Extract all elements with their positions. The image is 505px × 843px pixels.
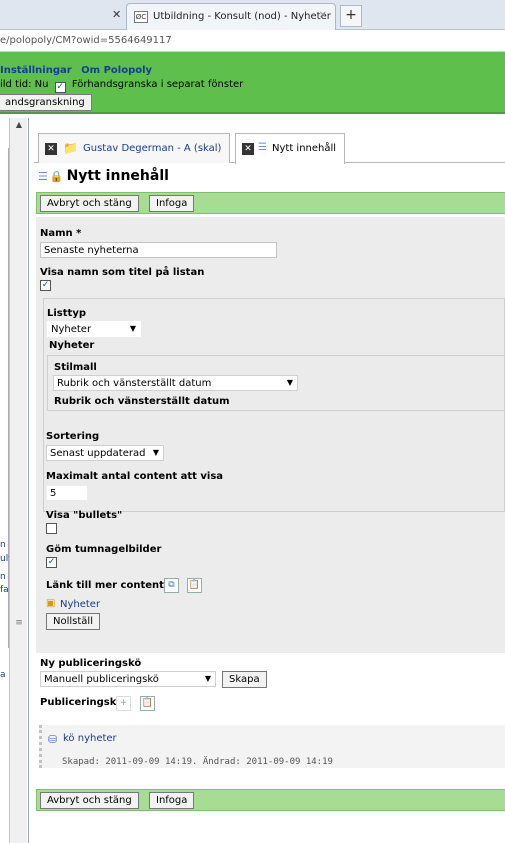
bullets-checkbox[interactable] xyxy=(46,523,57,534)
bullets-label: Visa "bullets" xyxy=(46,510,123,521)
url-text[interactable]: e/polopoly/CM?owid=5564649117 xyxy=(0,35,172,46)
hide-thumbnails-label: Göm tumnagelbilder xyxy=(46,544,162,555)
show-name-label: Visa namn som titel på listan xyxy=(40,267,205,278)
menu-item-about[interactable]: Om Polopoly xyxy=(81,65,152,76)
queue-type-value: Manuell publiceringskö xyxy=(44,674,159,685)
queue-item-link[interactable]: kö nyheter xyxy=(63,733,117,744)
hide-thumbnails-checkbox[interactable]: ✓ xyxy=(46,557,57,568)
max-items-input[interactable]: 5 xyxy=(46,485,88,501)
tab-label: Nytt innehåll xyxy=(272,143,337,154)
stylesheet-label: Stilmall xyxy=(54,362,97,373)
browse-content-icon[interactable]: ⧉ xyxy=(164,578,179,593)
sort-select[interactable]: Senast uppdaterad ▼ xyxy=(46,445,164,461)
previous-tab-close-icon[interactable]: ✕ xyxy=(112,8,121,21)
sidebar-link[interactable]: n xyxy=(0,572,9,582)
favicon-icon: ØC xyxy=(134,11,148,23)
menu-item-settings[interactable]: Inställningar xyxy=(0,65,72,76)
folder-icon: 📁 xyxy=(63,141,78,155)
sort-value: Senast uppdaterad xyxy=(50,448,146,459)
main-panel: ✕ 📁 Gustav Degerman - A (skal) ✕ ☰ Nytt … xyxy=(34,118,505,843)
scroll-grip-icon[interactable]: ≡ xyxy=(12,618,26,632)
insert-button[interactable]: Infoga xyxy=(149,195,195,212)
reset-button[interactable]: Nollställ xyxy=(46,613,100,630)
tab-label: Gustav Degerman - A (skal) xyxy=(83,143,222,154)
sort-label: Sortering xyxy=(46,431,100,442)
paste-queue-icon[interactable]: 📋 xyxy=(140,696,155,711)
preview-button[interactable]: andsgranskning xyxy=(0,94,92,111)
tab-close-icon[interactable]: ✕ xyxy=(319,10,327,21)
list-type-label: Listtyp xyxy=(47,308,86,319)
preview-window-checkbox[interactable]: ✓ xyxy=(54,82,66,93)
list-icon: ☰ xyxy=(258,142,267,153)
news-heading: Nyheter xyxy=(49,340,95,351)
queue-item-meta: Skapad: 2011-09-09 14:19. Ändrad: 2011-0… xyxy=(62,757,333,767)
preview-window-label: Förhandsgranska i separat fönster xyxy=(71,79,244,90)
stylesheet-value: Rubrik och vänsterställt datum xyxy=(57,378,212,389)
database-icon: ⛁ xyxy=(48,733,58,746)
browser-tab-bar: ✕ ØC Utbildning - Konsult (nod) - Nyhete… xyxy=(0,0,505,30)
queue-type-select[interactable]: Manuell publiceringskö ▼ xyxy=(40,671,216,687)
cancel-close-button[interactable]: Avbryt och stäng xyxy=(40,792,139,809)
sidebar-link[interactable]: fa xyxy=(0,585,9,595)
chevron-down-icon: ▼ xyxy=(129,324,136,333)
link-target-link[interactable]: Nyheter xyxy=(60,599,100,610)
sidebar-link[interactable]: a xyxy=(0,670,9,680)
browser-tab-active[interactable]: ØC Utbildning - Konsult (nod) - Nyheter … xyxy=(126,3,336,30)
close-tab-icon[interactable]: ✕ xyxy=(45,143,57,155)
name-input[interactable]: Senaste nyheterna xyxy=(40,242,277,258)
header-menu: Inställningar Om Polopoly xyxy=(0,65,158,76)
list-icon: ☰ xyxy=(38,170,48,183)
left-sidebar: n ult n fa a ▲ ≡ xyxy=(0,118,29,843)
timeline-row: ild tid: Nu ✓ Förhandsgranska i separat … xyxy=(0,79,243,93)
chevron-down-icon: ▼ xyxy=(286,378,293,387)
tab-new-content[interactable]: ✕ ☰ Nytt innehåll xyxy=(235,133,345,164)
close-tab-icon[interactable]: ✕ xyxy=(242,143,254,155)
address-bar[interactable]: e/polopoly/CM?owid=5564649117 xyxy=(0,30,505,52)
page-title: ☰ 🔒 Nytt innehåll xyxy=(38,168,169,184)
link-more-label: Länk till mer content xyxy=(46,580,164,591)
stylesheet-preview: Rubrik och vänsterställt datum xyxy=(54,396,230,407)
create-queue-button[interactable]: Skapa xyxy=(222,671,267,688)
queue-label: Publiceringskö xyxy=(40,697,124,708)
top-action-bar: Avbryt och stäng Infoga xyxy=(36,192,505,214)
max-items-label: Maximalt antal content att visa xyxy=(46,471,224,482)
insert-button[interactable]: Infoga xyxy=(149,792,195,809)
content-tabs: ✕ 📁 Gustav Degerman - A (skal) ✕ ☰ Nytt … xyxy=(34,133,505,164)
stylesheet-select[interactable]: Rubrik och vänsterställt datum ▼ xyxy=(53,375,298,391)
browse-queue-icon[interactable]: + xyxy=(116,696,131,711)
queue-item[interactable]: ⛁ kö nyheter Skapad: 2011-09-09 14:19. Ä… xyxy=(39,725,505,768)
browser-tab-title: Utbildning - Konsult (nod) - Nyheter xyxy=(153,11,331,22)
timeline-label: ild tid: Nu xyxy=(0,79,49,90)
sidebar-scrollbar[interactable]: ▲ ≡ xyxy=(9,118,27,843)
content-link-icon: ▣ xyxy=(46,598,56,609)
cancel-close-button[interactable]: Avbryt och stäng xyxy=(40,195,139,212)
chevron-down-icon: ▼ xyxy=(152,448,159,457)
list-type-value: Nyheter xyxy=(51,324,92,335)
name-label: Namn * xyxy=(40,228,82,239)
paste-icon[interactable]: 📋 xyxy=(187,578,202,593)
tab-gustav-degerman[interactable]: ✕ 📁 Gustav Degerman - A (skal) xyxy=(38,133,230,163)
sidebar-link[interactable]: ult xyxy=(0,554,9,564)
stylesheet-section: Stilmall Rubrik och vänsterställt datum … xyxy=(47,355,505,411)
new-tab-button[interactable]: + xyxy=(340,5,362,27)
sidebar-link[interactable]: n xyxy=(0,540,9,550)
list-type-select[interactable]: Nyheter ▼ xyxy=(47,321,141,337)
chevron-down-icon: ▼ xyxy=(204,674,211,683)
page-title-text: Nytt innehåll xyxy=(66,168,169,184)
lock-icon: 🔒 xyxy=(49,170,64,183)
app-header: Inställningar Om Polopoly ild tid: Nu ✓ … xyxy=(0,52,505,114)
bottom-action-bar: Avbryt och stäng Infoga xyxy=(36,789,505,811)
show-name-checkbox[interactable]: ✓ xyxy=(40,280,51,291)
scroll-up-arrow-icon[interactable]: ▲ xyxy=(10,120,28,134)
new-queue-label: Ny publiceringskö xyxy=(40,658,142,669)
